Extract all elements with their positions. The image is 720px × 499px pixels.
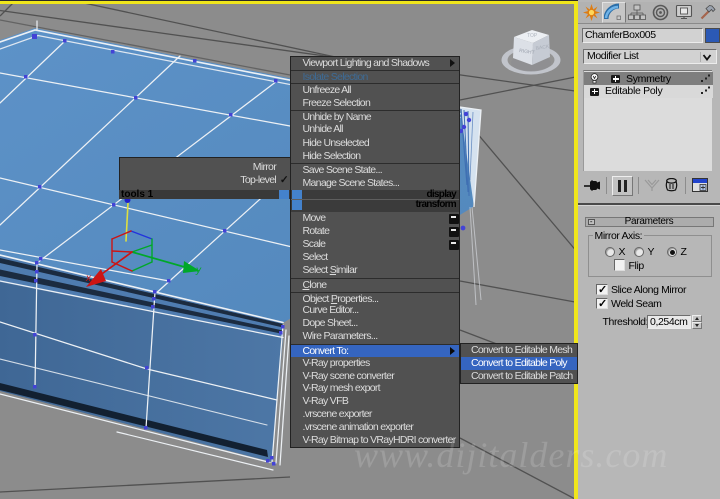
svg-text:x: x (85, 273, 92, 284)
svg-text:TOP: TOP (527, 33, 538, 39)
svg-text:y: y (195, 265, 202, 276)
